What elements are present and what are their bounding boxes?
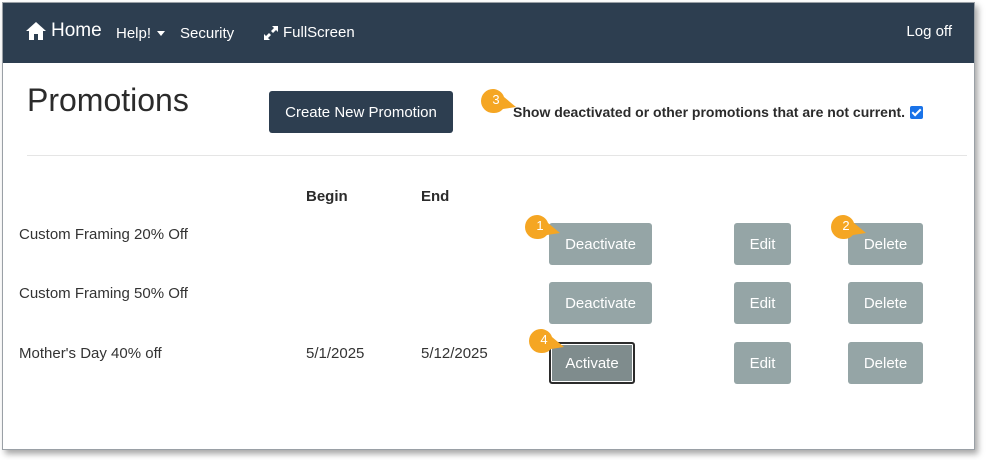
edit-button[interactable]: Edit bbox=[734, 223, 791, 265]
page-title: Promotions bbox=[27, 82, 189, 118]
navbar: Home Help! Security FullScreen Log off bbox=[3, 3, 974, 63]
deactivate-button[interactable]: Deactivate bbox=[549, 223, 652, 265]
nav-fullscreen-link[interactable]: FullScreen bbox=[263, 24, 355, 41]
logoff-link[interactable]: Log off bbox=[906, 23, 952, 40]
divider bbox=[27, 155, 967, 156]
expand-icon bbox=[264, 25, 278, 40]
promotion-name: Custom Framing 20% Off bbox=[19, 226, 188, 243]
nav-security-link[interactable]: Security bbox=[180, 25, 234, 42]
show-deactivated-option[interactable]: Show deactivated or other promotions tha… bbox=[513, 104, 924, 120]
nav-home-link[interactable]: Home bbox=[25, 20, 102, 42]
promotion-name: Mother's Day 40% off bbox=[19, 345, 162, 362]
nav-help-label: Help! bbox=[116, 25, 152, 42]
create-promotion-button[interactable]: Create New Promotion bbox=[269, 91, 453, 133]
callout-number: 4 bbox=[540, 332, 548, 347]
callout-marker: 3 bbox=[479, 87, 517, 115]
callout-marker: 1 bbox=[523, 213, 561, 241]
edit-button[interactable]: Edit bbox=[734, 282, 791, 324]
callout-marker: 4 bbox=[527, 327, 565, 355]
caret-down-icon bbox=[157, 31, 166, 36]
delete-button[interactable]: Delete bbox=[848, 342, 923, 384]
nav-home-label: Home bbox=[51, 20, 102, 41]
delete-button[interactable]: Delete bbox=[848, 282, 923, 324]
column-header-begin: Begin bbox=[306, 188, 348, 205]
edit-button[interactable]: Edit bbox=[734, 342, 791, 384]
promotion-begin: 5/1/2025 bbox=[306, 345, 365, 362]
promotion-name: Custom Framing 50% Off bbox=[19, 285, 188, 302]
promotion-end: 5/12/2025 bbox=[421, 345, 488, 362]
callout-number: 3 bbox=[492, 92, 500, 107]
nav-fullscreen-label: FullScreen bbox=[283, 24, 355, 41]
home-icon bbox=[26, 22, 46, 40]
show-deactivated-checkbox[interactable] bbox=[910, 105, 924, 119]
deactivate-button[interactable]: Deactivate bbox=[549, 282, 652, 324]
callout-number: 2 bbox=[842, 218, 850, 233]
callout-marker: 2 bbox=[829, 213, 867, 241]
show-deactivated-label: Show deactivated or other promotions tha… bbox=[513, 104, 906, 120]
app-window: Home Help! Security FullScreen Log off P… bbox=[2, 2, 975, 450]
column-header-end: End bbox=[421, 188, 450, 205]
callout-number: 1 bbox=[536, 218, 544, 233]
nav-help-dropdown[interactable]: Help! bbox=[116, 25, 166, 42]
